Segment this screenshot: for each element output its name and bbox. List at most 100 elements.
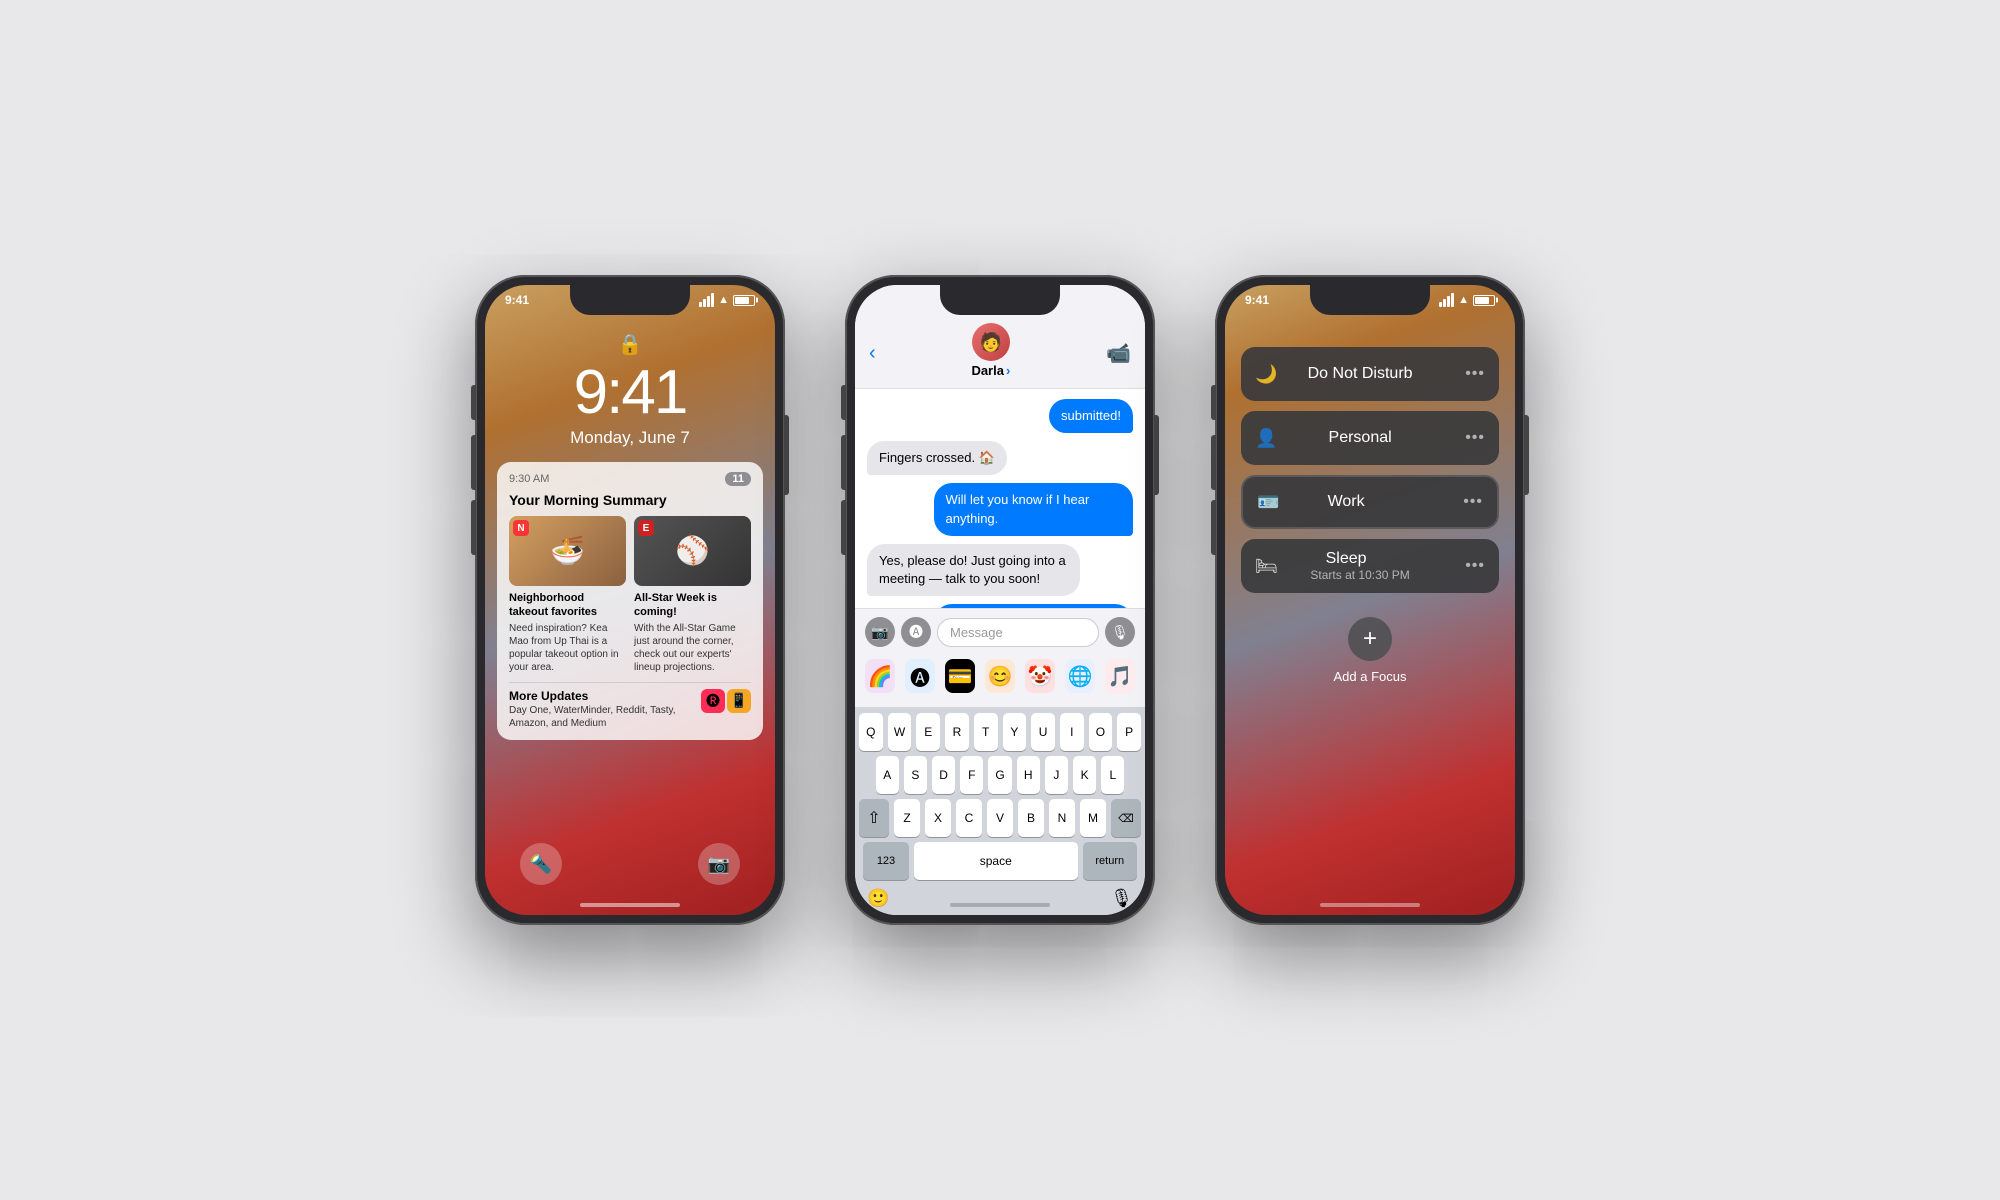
news-2-title: All-Star Week is coming! bbox=[634, 591, 751, 620]
appstore-drawer-icon[interactable]: 🅐 bbox=[905, 659, 935, 693]
camera-button[interactable]: 📷 bbox=[698, 843, 740, 885]
mute-button[interactable] bbox=[841, 385, 846, 420]
volume-down-button[interactable] bbox=[471, 500, 476, 555]
focus-sleep-row[interactable]: 🛏 Sleep Starts at 10:30 PM ••• bbox=[1241, 539, 1499, 593]
sleep-options[interactable]: ••• bbox=[1465, 557, 1485, 575]
key-f[interactable]: F bbox=[960, 756, 983, 794]
more-updates-section[interactable]: More Updates Day One, WaterMinder, Reddi… bbox=[509, 682, 751, 730]
news-item-2[interactable]: E ⚾ All-Star Week is coming! With the Al… bbox=[634, 516, 751, 674]
key-q[interactable]: Q bbox=[859, 713, 883, 751]
volume-down-button[interactable] bbox=[841, 500, 846, 555]
key-h[interactable]: H bbox=[1017, 756, 1040, 794]
home-indicator[interactable] bbox=[1320, 903, 1420, 907]
keyboard: Q W E R T Y U I O P A S D F G bbox=[855, 707, 1145, 915]
phone-focus: 9:41 ▲ 🌙 bbox=[1215, 275, 1525, 925]
battery-icon bbox=[733, 295, 755, 306]
morning-summary-card[interactable]: 9:30 AM 11 Your Morning Summary N 🍜 Neig… bbox=[497, 462, 763, 740]
reddit-icon: 🅡 bbox=[701, 689, 725, 713]
memoji-drawer-icon[interactable]: 😊 bbox=[985, 659, 1015, 693]
power-button[interactable] bbox=[1524, 415, 1529, 495]
space-key[interactable]: space bbox=[914, 842, 1078, 880]
dnd-options[interactable]: ••• bbox=[1465, 365, 1485, 383]
key-w[interactable]: W bbox=[888, 713, 912, 751]
key-d[interactable]: D bbox=[932, 756, 955, 794]
key-m[interactable]: M bbox=[1080, 799, 1106, 837]
notif-time: 9:30 AM bbox=[509, 473, 549, 485]
gmaps-drawer-icon[interactable]: 🌐 bbox=[1065, 659, 1095, 693]
dictation-key[interactable]: 🎙 bbox=[1110, 888, 1133, 909]
work-options[interactable]: ••• bbox=[1463, 493, 1483, 511]
app-attach-button[interactable]: 🅐 bbox=[901, 617, 931, 647]
camera-attach-button[interactable]: 📷 bbox=[865, 617, 895, 647]
return-key[interactable]: return bbox=[1083, 842, 1138, 880]
video-call-button[interactable]: 📹 bbox=[1106, 343, 1131, 365]
key-k[interactable]: K bbox=[1073, 756, 1096, 794]
sleep-sublabel: Starts at 10:30 PM bbox=[1310, 568, 1409, 582]
focus-personal-row[interactable]: 👤 Personal ••• bbox=[1241, 411, 1499, 465]
news-item-1[interactable]: N 🍜 Neighborhood takeout favorites Need … bbox=[509, 516, 626, 674]
key-z[interactable]: Z bbox=[894, 799, 920, 837]
delete-key[interactable]: ⌫ bbox=[1111, 799, 1141, 837]
focus-panel: 🌙 Do Not Disturb ••• 👤 Personal ••• 🪪 Wo… bbox=[1241, 347, 1499, 593]
wifi-icon: ▲ bbox=[718, 294, 729, 306]
key-r[interactable]: R bbox=[945, 713, 969, 751]
tasty-icon: 📱 bbox=[727, 689, 751, 713]
key-g[interactable]: G bbox=[988, 756, 1011, 794]
wifi-icon: ▲ bbox=[1458, 294, 1469, 306]
back-button[interactable]: ‹ bbox=[869, 342, 876, 364]
volume-up-button[interactable] bbox=[1211, 435, 1216, 490]
power-button[interactable] bbox=[1154, 415, 1159, 495]
num-key[interactable]: 123 bbox=[863, 842, 909, 880]
key-l[interactable]: L bbox=[1101, 756, 1124, 794]
key-e[interactable]: E bbox=[916, 713, 940, 751]
key-c[interactable]: C bbox=[956, 799, 982, 837]
contact-name[interactable]: Darla › bbox=[971, 363, 1010, 378]
notch bbox=[1310, 285, 1430, 315]
personal-label: Personal bbox=[1255, 429, 1465, 447]
applepay-drawer-icon[interactable]: 💳 bbox=[945, 659, 975, 693]
add-focus-button[interactable]: + bbox=[1348, 617, 1392, 661]
volume-up-button[interactable] bbox=[471, 435, 476, 490]
music-drawer-icon[interactable]: 🎵 bbox=[1105, 659, 1135, 693]
message-bubble-sent-1: submitted! bbox=[1049, 399, 1133, 433]
power-button[interactable] bbox=[784, 415, 789, 495]
message-bubble-received-2: Yes, please do! Just going into a meetin… bbox=[867, 544, 1080, 596]
key-p[interactable]: P bbox=[1117, 713, 1141, 751]
key-y[interactable]: Y bbox=[1003, 713, 1027, 751]
focus-dnd-row[interactable]: 🌙 Do Not Disturb ••• bbox=[1241, 347, 1499, 401]
sticker-drawer-icon[interactable]: 🤡 bbox=[1025, 659, 1055, 693]
key-x[interactable]: X bbox=[925, 799, 951, 837]
audio-record-button[interactable]: 🎙 bbox=[1105, 617, 1135, 647]
volume-down-button[interactable] bbox=[1211, 500, 1216, 555]
photos-drawer-icon[interactable]: 🌈 bbox=[865, 659, 895, 693]
volume-up-button[interactable] bbox=[841, 435, 846, 490]
app-drawer: 🌈 🅐 💳 😊 🤡 🌐 🎵 bbox=[865, 655, 1135, 699]
contact-avatar[interactable]: 🧑 bbox=[972, 323, 1010, 361]
battery-icon bbox=[1473, 295, 1495, 306]
message-bubble-received-1: Fingers crossed. 🏠 bbox=[867, 441, 1007, 475]
key-n[interactable]: N bbox=[1049, 799, 1075, 837]
key-o[interactable]: O bbox=[1089, 713, 1113, 751]
key-u[interactable]: U bbox=[1031, 713, 1055, 751]
key-b[interactable]: B bbox=[1018, 799, 1044, 837]
home-indicator[interactable] bbox=[580, 903, 680, 907]
key-a[interactable]: A bbox=[876, 756, 899, 794]
status-time: 9:41 bbox=[1245, 293, 1269, 307]
focus-work-row[interactable]: 🪪 Work ••• bbox=[1241, 475, 1499, 529]
home-indicator[interactable] bbox=[950, 903, 1050, 907]
emoji-key[interactable]: 🙂 bbox=[867, 888, 889, 909]
key-i[interactable]: I bbox=[1060, 713, 1084, 751]
mute-button[interactable] bbox=[1211, 385, 1216, 420]
mute-button[interactable] bbox=[471, 385, 476, 420]
dnd-label: Do Not Disturb bbox=[1255, 365, 1465, 383]
flashlight-button[interactable]: 🔦 bbox=[520, 843, 562, 885]
key-t[interactable]: T bbox=[974, 713, 998, 751]
personal-options[interactable]: ••• bbox=[1465, 429, 1485, 447]
message-text-input[interactable]: Message bbox=[937, 618, 1099, 647]
key-v[interactable]: V bbox=[987, 799, 1013, 837]
lock-icon: 🔒 bbox=[485, 332, 775, 357]
key-s[interactable]: S bbox=[904, 756, 927, 794]
news-thumb-2: E ⚾ bbox=[634, 516, 751, 586]
shift-key[interactable]: ⇧ bbox=[859, 799, 889, 837]
key-j[interactable]: J bbox=[1045, 756, 1068, 794]
